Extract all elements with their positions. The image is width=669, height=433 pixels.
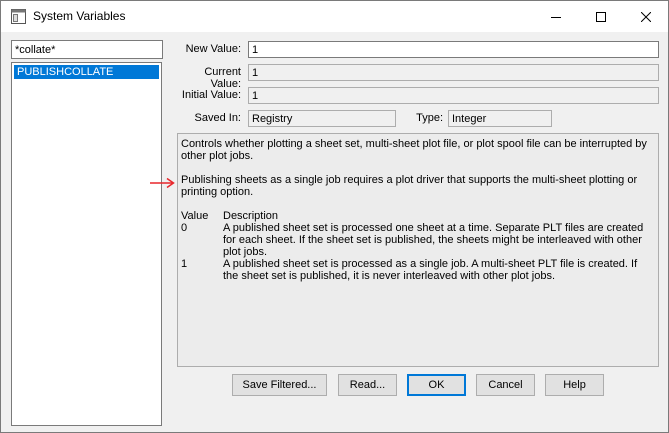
initial-value-field: 1: [248, 87, 659, 104]
initial-value-label: Initial Value:: [181, 89, 241, 101]
close-button[interactable]: [623, 1, 668, 32]
row-value: 1: [181, 258, 188, 270]
saved-in-label: Saved In:: [194, 112, 241, 124]
help-button[interactable]: Help: [545, 374, 604, 396]
save-filtered-button[interactable]: Save Filtered...: [232, 374, 327, 396]
arrow-icon: [149, 177, 175, 192]
system-variables-window: System Variables PUBLISHCOLLATE New Valu…: [0, 0, 669, 433]
cancel-button[interactable]: Cancel: [476, 374, 535, 396]
filter-input[interactable]: [11, 40, 163, 59]
value-column-header: Value: [181, 210, 209, 222]
description-column-header: Description: [223, 210, 279, 222]
title-bar[interactable]: System Variables: [1, 1, 668, 32]
row-description: A published sheet set is processed as a …: [223, 258, 638, 282]
maximize-icon: [595, 11, 606, 22]
variable-list[interactable]: PUBLISHCOLLATE: [11, 62, 162, 426]
maximize-button[interactable]: [578, 1, 623, 32]
value-table-header: Value Description: [181, 210, 654, 222]
table-row: 0 A published sheet set is processed one…: [181, 222, 654, 258]
type-field: Integer: [448, 110, 552, 127]
table-row: 1 A published sheet set is processed as …: [181, 258, 654, 282]
row-description: A published sheet set is processed one s…: [223, 222, 644, 258]
description-panel: Controls whether plotting a sheet set, m…: [177, 133, 659, 367]
window-icon: [11, 9, 26, 24]
new-value-field[interactable]: [248, 41, 659, 58]
description-note: Publishing sheets as a single job requir…: [181, 174, 638, 198]
new-value-label: New Value:: [185, 43, 241, 55]
minimize-button[interactable]: [533, 1, 578, 32]
ok-button[interactable]: OK: [407, 374, 466, 396]
current-value-field: 1: [248, 64, 659, 81]
list-item[interactable]: PUBLISHCOLLATE: [14, 65, 159, 79]
minimize-icon: [550, 12, 561, 22]
window-title: System Variables: [33, 9, 126, 23]
row-value: 0: [181, 222, 188, 234]
current-value-label: Current Value:: [204, 66, 241, 90]
new-value-input[interactable]: [252, 44, 658, 56]
type-label: Type:: [416, 112, 443, 124]
close-icon: [640, 11, 651, 22]
read-button[interactable]: Read...: [338, 374, 397, 396]
description-intro: Controls whether plotting a sheet set, m…: [181, 138, 647, 162]
